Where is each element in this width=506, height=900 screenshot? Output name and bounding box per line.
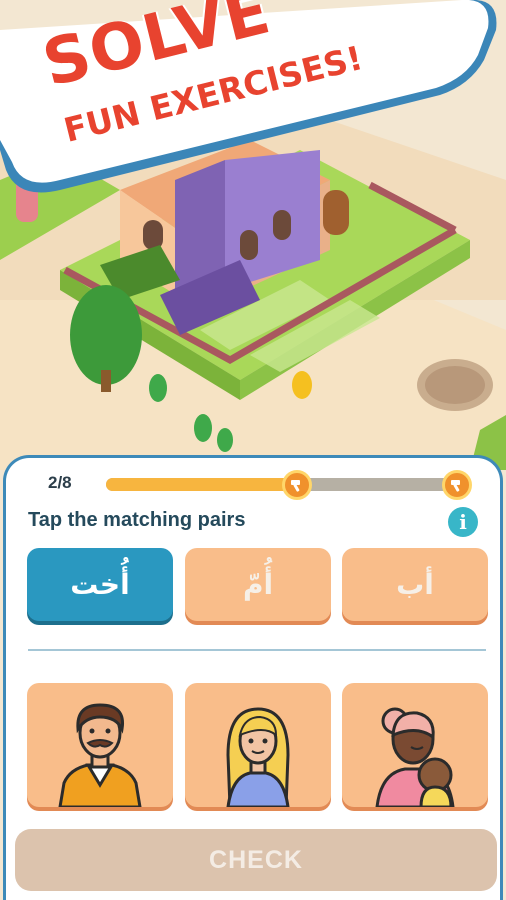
milestone-hammer-icon (442, 470, 472, 500)
divider (28, 649, 486, 651)
progress-count: 2/8 (48, 473, 72, 492)
progress-fill (106, 478, 293, 491)
word-button-sister[interactable]: أُخت (27, 548, 173, 621)
word-button-mother[interactable]: أُمّ (185, 548, 331, 621)
word-button-father[interactable]: أب (342, 548, 488, 621)
picture-button-mother[interactable] (342, 683, 488, 807)
exercise-card: 2/8 Tap the matching pairs i أُخت أُمّ أ… (3, 455, 503, 900)
progress-bar: 2/8 (48, 470, 488, 500)
info-button[interactable]: i (448, 507, 478, 537)
picture-button-father[interactable] (27, 683, 173, 807)
check-button[interactable]: CHECK (15, 829, 497, 891)
father-icon (58, 703, 142, 807)
picture-button-sister[interactable] (185, 683, 331, 807)
progress-track (106, 470, 472, 500)
instruction-text: Tap the matching pairs (28, 509, 246, 531)
sister-icon (226, 707, 290, 807)
promo-banner: SOLVE FUN EXERCISES! (0, 0, 506, 200)
milestone-hammer-icon (282, 470, 312, 500)
mother-icon (375, 707, 455, 807)
